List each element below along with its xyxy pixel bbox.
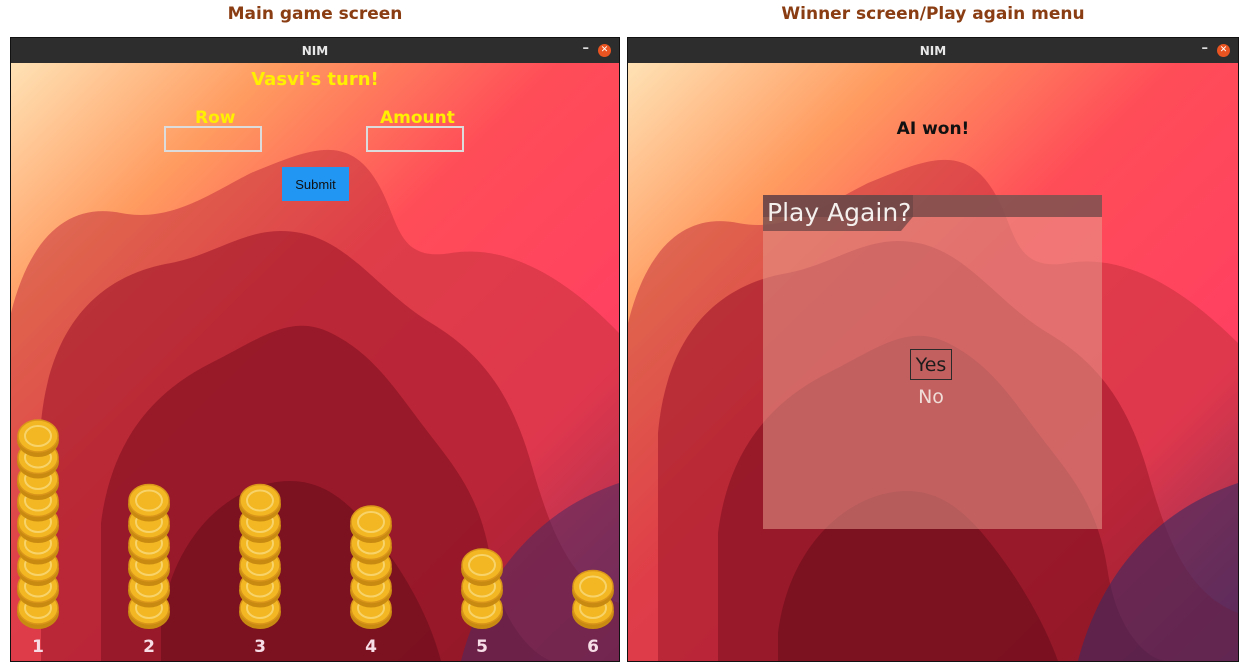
game-window: NIM – ✕ Vasvi's turn! Row Amount Submit … <box>10 37 620 662</box>
close-icon[interactable]: ✕ <box>598 44 611 57</box>
winner-text: AI won! <box>896 119 970 139</box>
window-titlebar[interactable]: NIM – ✕ <box>628 38 1238 63</box>
turn-indicator: Vasvi's turn! <box>251 69 379 90</box>
background-image <box>11 63 619 661</box>
window-title: NIM <box>919 43 947 58</box>
pile-label-5: 5 <box>476 637 488 657</box>
pile-label-6: 6 <box>587 637 599 657</box>
pile-label-1: 1 <box>32 637 44 657</box>
winner-window: NIM – ✕ AI won! Play Again? Yes No <box>627 37 1239 662</box>
play-again-menu: Play Again? Yes No <box>763 195 1102 529</box>
amount-label: Amount <box>380 108 455 128</box>
window-titlebar[interactable]: NIM – ✕ <box>11 38 619 63</box>
minimize-button[interactable]: – <box>583 41 590 56</box>
no-option[interactable]: No <box>910 386 952 408</box>
menu-title: Play Again? <box>767 198 912 227</box>
close-icon[interactable]: ✕ <box>1217 44 1230 57</box>
game-canvas: Vasvi's turn! Row Amount Submit 1 2 3 4 … <box>11 63 619 661</box>
caption-main-game: Main game screen <box>227 4 403 24</box>
winner-canvas: AI won! Play Again? Yes No <box>628 63 1238 661</box>
caption-winner-screen: Winner screen/Play again menu <box>781 4 1085 24</box>
row-label: Row <box>195 108 236 128</box>
pile-label-3: 3 <box>254 637 266 657</box>
submit-button[interactable]: Submit <box>282 167 349 201</box>
row-input[interactable] <box>164 126 262 152</box>
minimize-button[interactable]: – <box>1202 41 1209 56</box>
yes-option[interactable]: Yes <box>910 349 952 380</box>
pile-label-2: 2 <box>143 637 155 657</box>
amount-input[interactable] <box>366 126 464 152</box>
window-title: NIM <box>301 43 329 58</box>
pile-label-4: 4 <box>365 637 377 657</box>
